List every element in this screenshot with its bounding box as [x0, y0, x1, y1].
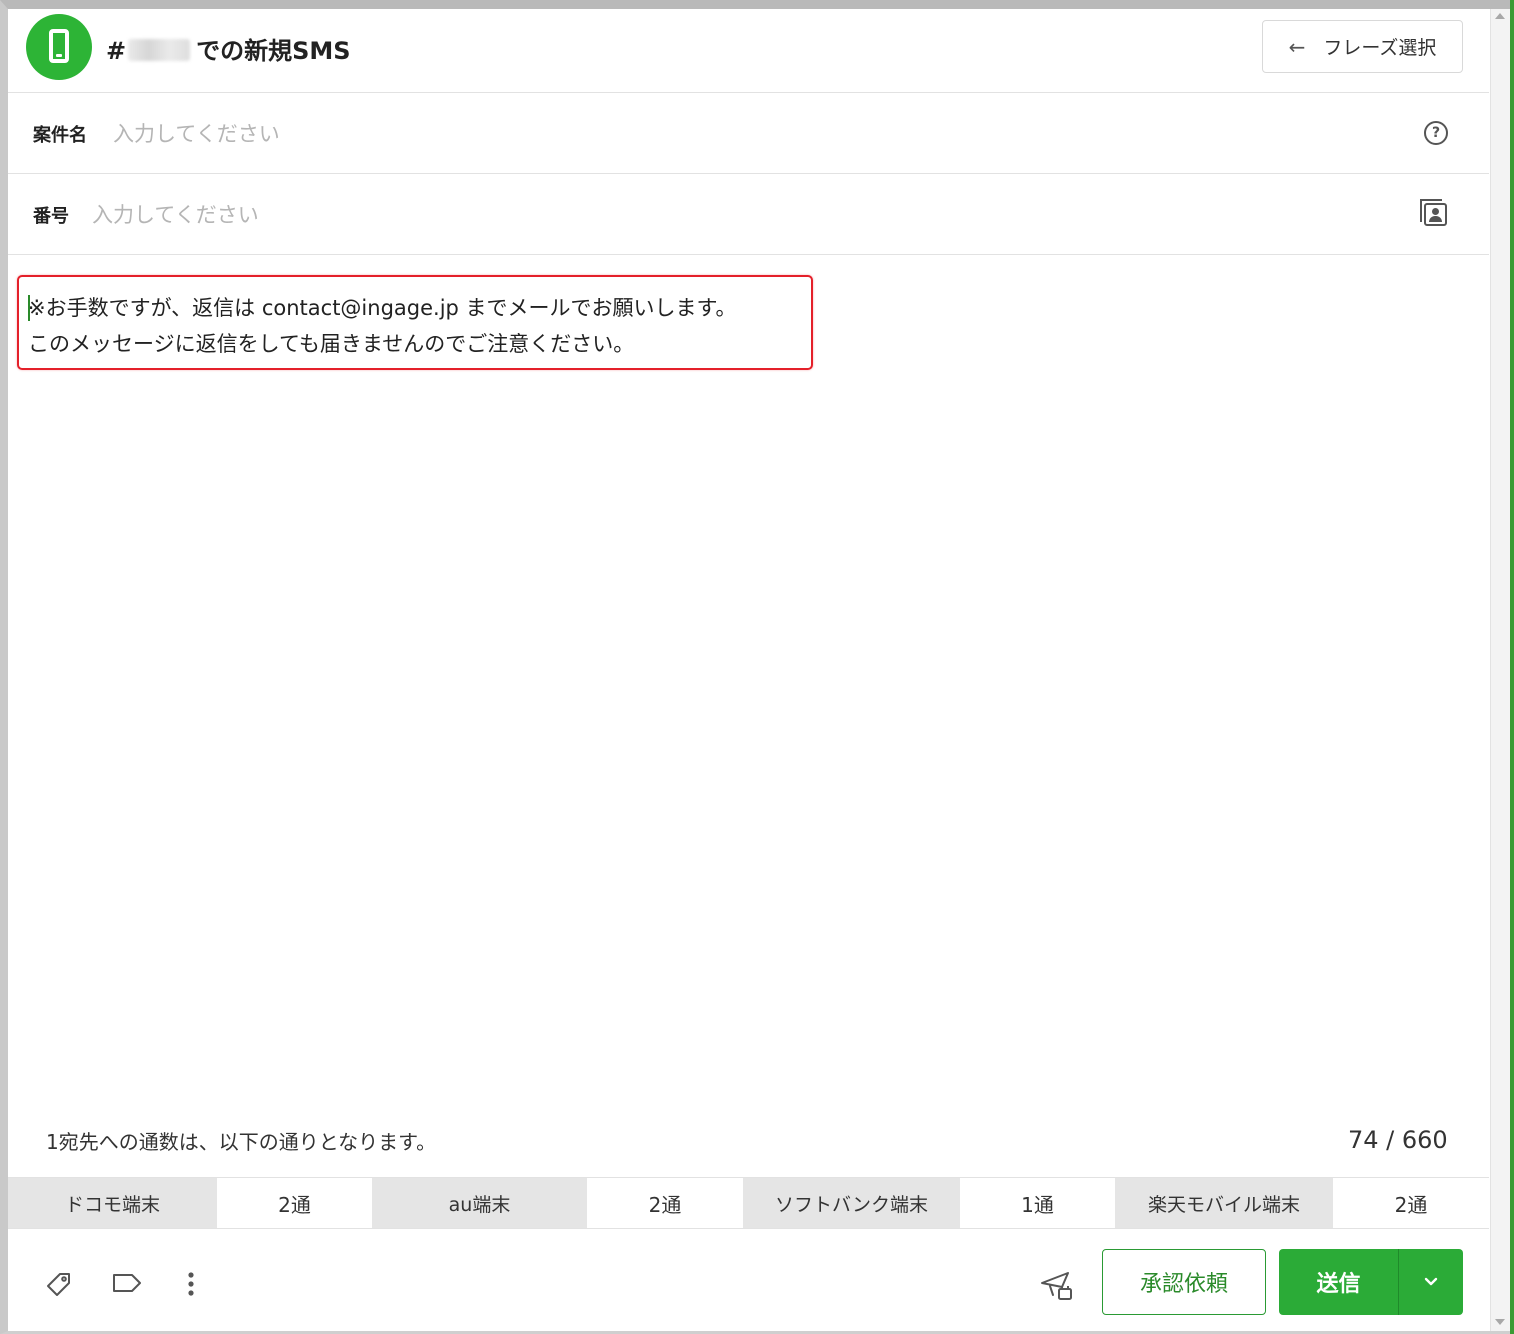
- title-prefix: #: [106, 37, 127, 65]
- send-button[interactable]: 送信: [1279, 1249, 1398, 1315]
- send-options-button[interactable]: [1398, 1249, 1463, 1315]
- contact-body: [1429, 216, 1442, 222]
- vertical-scrollbar[interactable]: [1490, 9, 1510, 1331]
- message-line-1: ※お手数ですが、返信は contact@ingage.jp までメールでお願いし…: [28, 296, 737, 320]
- phrase-select-label: フレーズ選択: [1323, 37, 1437, 59]
- label-icon[interactable]: [112, 1271, 142, 1295]
- carrier-count-table: ドコモ端末 2通 au端末 2通 ソフトバンク端末 1通 楽天モバイル端末 2通: [8, 1177, 1489, 1229]
- scheduled-send-icon[interactable]: [1040, 1271, 1074, 1301]
- carrier-count-rakuten: 2通: [1333, 1178, 1489, 1228]
- carrier-count-au: 2通: [587, 1178, 743, 1228]
- chevron-down-icon: [1424, 1277, 1438, 1286]
- number-label: 番号: [33, 206, 69, 227]
- text-cursor: [28, 295, 30, 321]
- scroll-up-arrow-icon[interactable]: [1495, 13, 1505, 19]
- page-title: # での新規SMS: [106, 31, 351, 66]
- number-input[interactable]: [92, 198, 1372, 232]
- window-edge: [1510, 0, 1514, 1334]
- message-line-2: このメッセージに返信をしても届きませんのでご注意ください。: [28, 332, 635, 356]
- sms-compose-panel: # での新規SMS ← フレーズ選択 案件名 ? 番号 ※お手数ですが、返信は c…: [8, 9, 1489, 1331]
- compose-header: # での新規SMS ← フレーズ選択: [8, 9, 1489, 93]
- case-name-label: 案件名: [33, 125, 87, 146]
- title-suffix: での新規SMS: [196, 37, 351, 65]
- message-count-note: 1宛先への通数は、以下の通りとなります。: [46, 1130, 437, 1154]
- carrier-name-rakuten: 楽天モバイル端末: [1115, 1178, 1333, 1228]
- tag-icon[interactable]: [46, 1271, 72, 1297]
- question-circle-icon[interactable]: ?: [1424, 121, 1448, 145]
- phone-icon: [49, 29, 69, 63]
- number-row: 番号: [8, 174, 1489, 255]
- contact-book-icon[interactable]: [1420, 199, 1447, 226]
- carrier-name-softbank: ソフトバンク端末: [743, 1178, 960, 1228]
- character-counter: 74 / 660: [1348, 1126, 1448, 1154]
- carrier-name-docomo: ドコモ端末: [8, 1178, 217, 1228]
- carrier-count-docomo: 2通: [217, 1178, 372, 1228]
- contact-head: [1432, 208, 1439, 215]
- case-name-input[interactable]: [113, 117, 1373, 151]
- redacted-id: [128, 39, 191, 61]
- phrase-select-button[interactable]: ← フレーズ選択: [1262, 20, 1463, 73]
- more-vertical-icon[interactable]: [184, 1271, 198, 1297]
- scroll-down-arrow-icon[interactable]: [1495, 1319, 1505, 1325]
- carrier-count-softbank: 1通: [960, 1178, 1115, 1228]
- sms-app-icon: [26, 14, 92, 80]
- case-name-row: 案件名 ?: [8, 93, 1489, 174]
- message-body-editor[interactable]: ※お手数ですが、返信は contact@ingage.jp までメールでお願いし…: [17, 275, 813, 370]
- carrier-name-au: au端末: [372, 1178, 587, 1228]
- arrow-left-icon: ←: [1288, 34, 1306, 59]
- approval-request-button[interactable]: 承認依頼: [1102, 1249, 1266, 1315]
